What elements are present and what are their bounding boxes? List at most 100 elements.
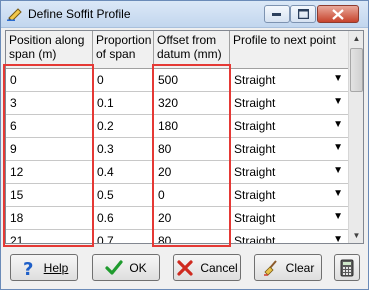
cancel-label: Cancel — [200, 260, 238, 275]
cell-proportion[interactable]: 0.6 — [93, 207, 154, 230]
broom-icon — [263, 259, 277, 276]
window-title: Define Soffit Profile — [28, 7, 131, 21]
cell-profile[interactable]: Straight ▼ — [230, 69, 350, 92]
ok-button[interactable]: OK — [92, 254, 160, 281]
dropdown-arrow-icon[interactable]: ▼ — [333, 211, 343, 222]
cell-position-value: 0 — [10, 73, 17, 87]
cell-profile[interactable]: Straight ▼ — [230, 92, 350, 115]
cell-profile-value: Straight — [234, 234, 276, 244]
cancel-x-icon — [177, 259, 193, 276]
dropdown-arrow-icon[interactable]: ▼ — [333, 165, 343, 176]
header-position: Position along span (m) — [6, 31, 93, 69]
cell-offset-value: 20 — [158, 211, 172, 225]
cell-proportion[interactable]: 0.7 — [93, 230, 154, 244]
cell-position-value: 18 — [10, 211, 24, 225]
cell-position-value: 21 — [10, 234, 24, 244]
cell-proportion[interactable]: 0 — [93, 69, 154, 92]
scroll-thumb[interactable] — [350, 48, 363, 92]
cell-profile[interactable]: Straight ▼ — [230, 230, 350, 244]
dialog-window: Define Soffit Profile Position along spa… — [0, 0, 369, 290]
close-icon — [332, 8, 344, 20]
soffit-grid: Position along span (m) Proportion of sp… — [5, 30, 364, 244]
minimize-button[interactable] — [264, 5, 290, 23]
cell-offset-value: 180 — [158, 119, 179, 133]
cell-profile[interactable]: Straight ▼ — [230, 184, 350, 207]
cell-position[interactable]: 3 — [6, 92, 93, 115]
cell-position[interactable]: 18 — [6, 207, 93, 230]
cell-proportion-value: 0.1 — [97, 96, 114, 110]
ok-label: OK — [129, 260, 147, 275]
cell-offset-value: 80 — [158, 142, 172, 156]
cell-profile-value: Straight — [234, 211, 276, 225]
cell-position[interactable]: 21 — [6, 230, 93, 244]
cell-position[interactable]: 6 — [6, 115, 93, 138]
maximize-icon — [297, 9, 309, 19]
cell-proportion[interactable]: 0.1 — [93, 92, 154, 115]
cell-position[interactable]: 12 — [6, 161, 93, 184]
scroll-up-icon[interactable]: ▲ — [350, 31, 363, 46]
cell-proportion-value: 0.3 — [97, 142, 114, 156]
cell-proportion-value: 0.6 — [97, 211, 114, 225]
cell-offset[interactable]: 0 — [154, 184, 230, 207]
cell-profile-value: Straight — [234, 119, 276, 133]
cell-offset-value: 320 — [158, 96, 179, 110]
maximize-button[interactable] — [290, 5, 316, 23]
cell-profile[interactable]: Straight ▼ — [230, 207, 350, 230]
cell-profile-value: Straight — [234, 142, 276, 156]
help-label: Help — [43, 260, 69, 275]
clear-button[interactable]: Clear — [254, 254, 322, 281]
cell-proportion-value: 0.7 — [97, 234, 114, 244]
cell-position-value: 9 — [10, 142, 17, 156]
cell-profile-value: Straight — [234, 96, 276, 110]
dropdown-arrow-icon[interactable]: ▼ — [333, 73, 343, 84]
cell-offset[interactable]: 20 — [154, 161, 230, 184]
cell-proportion[interactable]: 0.5 — [93, 184, 154, 207]
cell-offset[interactable]: 80 — [154, 230, 230, 244]
cell-profile-value: Straight — [234, 73, 276, 87]
cell-offset-value: 20 — [158, 165, 172, 179]
dropdown-arrow-icon[interactable]: ▼ — [333, 142, 343, 153]
title-bar: Define Soffit Profile — [1, 1, 368, 28]
cell-profile-value: Straight — [234, 188, 276, 202]
dropdown-arrow-icon[interactable]: ▼ — [333, 188, 343, 199]
cell-offset-value: 80 — [158, 234, 172, 244]
cell-proportion-value: 0.2 — [97, 119, 114, 133]
cell-proportion-value: 0.5 — [97, 188, 114, 202]
cell-position-value: 15 — [10, 188, 24, 202]
dropdown-arrow-icon[interactable]: ▼ — [333, 119, 343, 130]
svg-text:?: ? — [23, 259, 33, 277]
cell-offset[interactable]: 80 — [154, 138, 230, 161]
cell-proportion[interactable]: 0.2 — [93, 115, 154, 138]
help-button[interactable]: ? Help — [10, 254, 78, 281]
cell-profile[interactable]: Straight ▼ — [230, 115, 350, 138]
cell-proportion[interactable]: 0.4 — [93, 161, 154, 184]
cell-profile[interactable]: Straight ▼ — [230, 138, 350, 161]
pencil-icon — [7, 8, 22, 21]
header-offset: Offset from datum (mm) — [154, 31, 230, 69]
close-button[interactable] — [317, 5, 359, 23]
cell-position[interactable]: 15 — [6, 184, 93, 207]
cell-offset[interactable]: 320 — [154, 92, 230, 115]
cell-position-value: 6 — [10, 119, 17, 133]
cell-position-value: 3 — [10, 96, 17, 110]
cell-position-value: 12 — [10, 165, 24, 179]
header-proportion: Proportion of span — [93, 31, 154, 69]
dropdown-arrow-icon[interactable]: ▼ — [333, 234, 343, 243]
header-profile: Profile to next point — [230, 31, 350, 69]
vertical-scrollbar[interactable]: ▲ ▼ — [348, 31, 363, 243]
cell-profile-value: Straight — [234, 165, 276, 179]
cell-offset[interactable]: 20 — [154, 207, 230, 230]
cell-profile[interactable]: Straight ▼ — [230, 161, 350, 184]
cell-offset[interactable]: 500 — [154, 69, 230, 92]
cell-offset[interactable]: 180 — [154, 115, 230, 138]
scroll-down-icon[interactable]: ▼ — [350, 228, 363, 243]
calculator-button[interactable] — [334, 254, 360, 281]
cell-proportion[interactable]: 0.3 — [93, 138, 154, 161]
help-icon: ? — [23, 259, 33, 277]
cancel-button[interactable]: Cancel — [173, 254, 241, 281]
dropdown-arrow-icon[interactable]: ▼ — [333, 96, 343, 107]
cell-position[interactable]: 0 — [6, 69, 93, 92]
clear-label: Clear — [285, 260, 315, 275]
cell-offset-value: 500 — [158, 73, 179, 87]
cell-position[interactable]: 9 — [6, 138, 93, 161]
